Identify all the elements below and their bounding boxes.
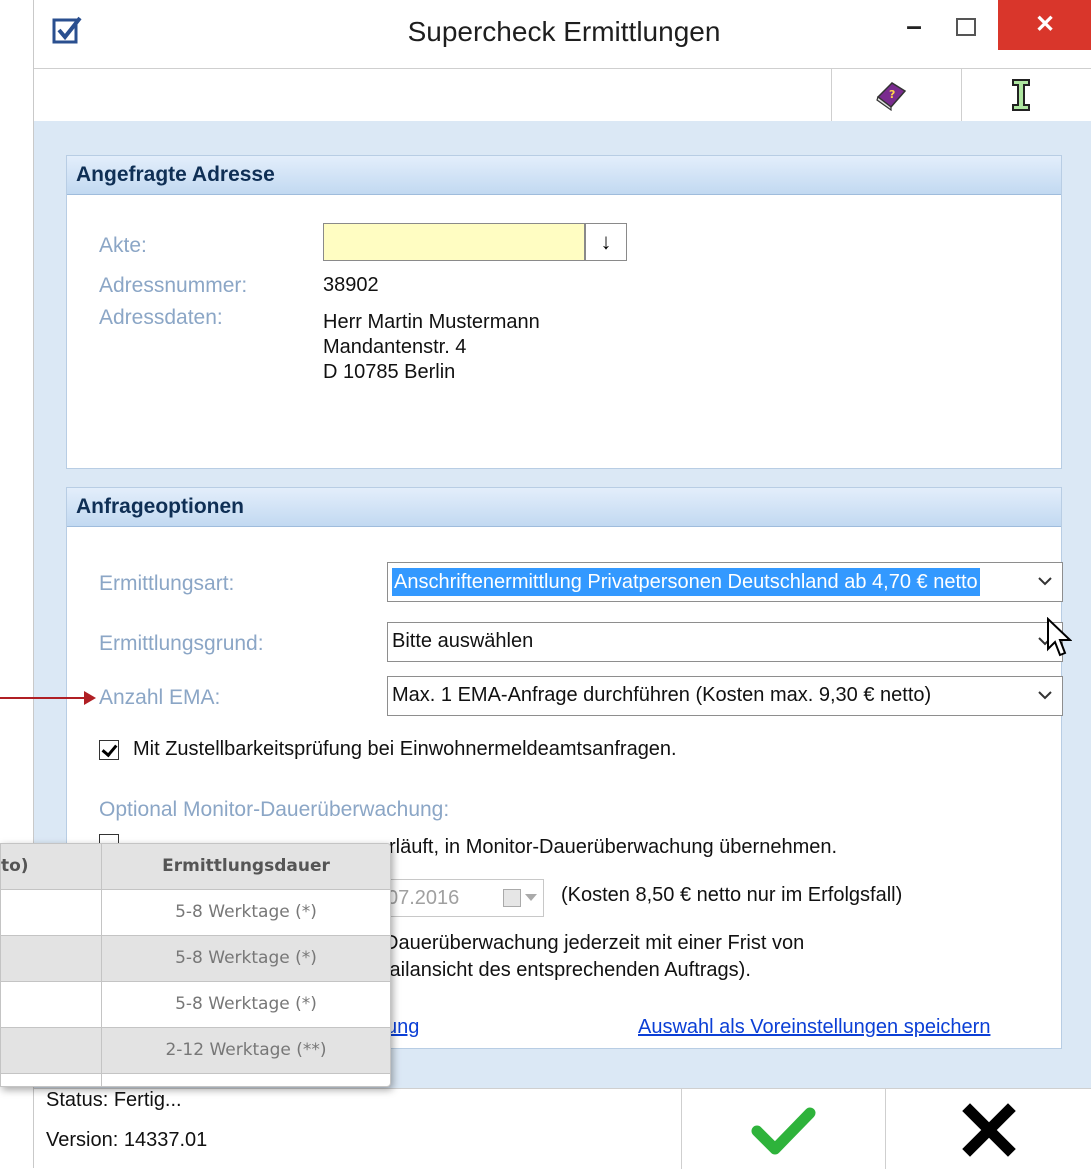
title-bar: Supercheck Ermittlungen – ✕ — [34, 0, 1091, 68]
options-panel-header: Anfrageoptionen — [67, 488, 1061, 527]
popup-header-cost: to) — [1, 844, 102, 889]
toolbar-divider — [961, 69, 962, 121]
popup-header-duration: Ermittlungsdauer — [162, 856, 330, 876]
adressdaten-line: Herr Martin Mustermann — [323, 311, 540, 333]
minimize-button[interactable]: – — [894, 8, 934, 48]
date-cost-text: (Kosten 8,50 € netto nur im Erfolgsfall) — [561, 884, 903, 906]
toolbar-divider — [831, 69, 832, 121]
address-panel: Angefragte Adresse Akte: ↓ Adressnummer:… — [66, 155, 1062, 469]
zustell-checkbox-label: Mit Zustellbarkeitsprüfung bei Einwohner… — [133, 738, 677, 760]
svg-text:?: ? — [889, 88, 895, 101]
popup-cell-cost — [1, 936, 102, 981]
adressdaten-label: Adressdaten: — [99, 306, 223, 329]
popup-cell-duration: 5-8 Werktage (*) — [175, 948, 317, 968]
popup-cell-cost — [1, 982, 102, 1027]
popup-cell-duration: 2-12 Werktage (**) — [165, 1040, 327, 1060]
popup-header-row: to) Ermittlungsdauer — [1, 844, 390, 890]
toolbar: ? — [34, 68, 1091, 122]
akte-input[interactable] — [323, 223, 585, 261]
monitor-date-value: 07.2016 — [387, 887, 460, 909]
calendar-icon — [503, 889, 521, 907]
annotation-arrow — [0, 697, 86, 699]
maximize-button[interactable] — [944, 14, 984, 48]
close-button[interactable]: ✕ — [998, 0, 1091, 50]
version-text: Version: 14337.01 — [46, 1129, 208, 1151]
chevron-down-icon — [525, 894, 537, 901]
address-panel-header: Angefragte Adresse — [67, 156, 1061, 195]
table-row: 5-8 Werktage (*) — [1, 890, 390, 936]
popup-cell-cost — [1, 1028, 102, 1073]
adressnummer-value: 38902 — [323, 274, 379, 296]
checkbox-app-icon — [52, 16, 82, 44]
monitor-info-line: tailansicht des entsprechenden Auftrags)… — [384, 959, 751, 981]
monitor-checkbox-label: rläuft, in Monitor-Dauerüberwachung über… — [389, 836, 838, 858]
monitor-date-picker[interactable]: 07.2016 — [384, 879, 544, 917]
help-book-icon[interactable]: ? — [874, 79, 908, 111]
chevron-down-icon — [1038, 691, 1052, 700]
ok-checkmark-button[interactable] — [682, 1089, 885, 1169]
table-row: 5-8 Werktage (*) — [1, 982, 390, 1028]
popup-cell-cost — [1, 890, 102, 935]
anzahl-ema-value: Max. 1 EMA-Anfrage durchführen (Kosten m… — [392, 684, 932, 706]
ermittlungsart-select[interactable]: Anschriftenermittlung Privatpersonen Deu… — [387, 562, 1063, 602]
adressnummer-label: Adressnummer: — [99, 274, 248, 297]
cost-duration-popup: to) Ermittlungsdauer 5-8 Werktage (*) 5-… — [0, 843, 391, 1087]
zustell-checkbox[interactable] — [99, 740, 119, 760]
popup-cell-duration: 5-8 Werktage (*) — [175, 902, 317, 922]
monitor-heading: Optional Monitor-Dauerüberwachung: — [99, 798, 450, 821]
ermittlungsgrund-value: Bitte auswählen — [392, 630, 534, 652]
akte-label: Akte: — [99, 234, 147, 257]
annotation-arrow-head — [84, 691, 96, 705]
footer: Status: Fertig... Version: 14337.01 — [34, 1088, 1091, 1169]
popup-cell-duration — [102, 1074, 390, 1086]
table-row: 5-8 Werktage (*) — [1, 936, 390, 982]
anzahl-ema-label: Anzahl EMA: — [99, 686, 221, 709]
ermittlungsgrund-select[interactable]: Bitte auswählen — [387, 622, 1063, 662]
cancel-x-button[interactable] — [886, 1089, 1091, 1169]
mouse-cursor-icon — [1047, 617, 1072, 657]
table-row: 9,90 € — [1, 1074, 390, 1086]
monitor-link[interactable]: ung — [386, 1016, 419, 1039]
popup-cell-cost: 9,90 € — [1, 1074, 102, 1086]
akte-dropdown-button[interactable]: ↓ — [585, 223, 627, 261]
chevron-down-icon — [1038, 577, 1052, 586]
popup-cell-duration: 5-8 Werktage (*) — [175, 994, 317, 1014]
ermittlungsart-label: Ermittlungsart: — [99, 572, 235, 595]
status-text: Status: Fertig... — [46, 1089, 182, 1111]
adressdaten-line: D 10785 Berlin — [323, 361, 456, 383]
anzahl-ema-select[interactable]: Max. 1 EMA-Anfrage durchführen (Kosten m… — [387, 676, 1063, 716]
window-title: Supercheck Ermittlungen — [407, 16, 721, 47]
info-i-icon[interactable] — [1004, 77, 1038, 113]
save-defaults-link[interactable]: Auswahl als Voreinstellungen speichern — [638, 1016, 990, 1039]
ermittlungsgrund-label: Ermittlungsgrund: — [99, 632, 264, 655]
adressdaten-line: Mandantenstr. 4 — [323, 336, 467, 358]
monitor-info-line: Dauerüberwachung jederzeit mit einer Fri… — [384, 932, 805, 954]
table-row: 2-12 Werktage (**) — [1, 1028, 390, 1074]
ermittlungsart-value: Anschriftenermittlung Privatpersonen Deu… — [392, 568, 980, 596]
